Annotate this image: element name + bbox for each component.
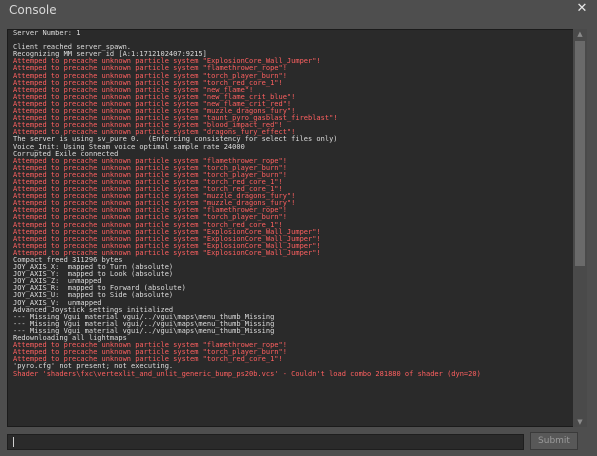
console-log: Server Number: 1 Client reached server_s… [13, 30, 573, 378]
scroll-down-arrow-icon[interactable]: ▼ [573, 417, 587, 427]
text-caret [13, 437, 14, 447]
log-line: Shader 'shaders\fxc\vertexlit_and_unlit_… [13, 369, 481, 378]
log-line: Server Number: 1 [13, 30, 81, 37]
console-window: Console ✕ Server Number: 1 Client reache… [0, 0, 597, 456]
title-bar[interactable]: Console ✕ [0, 0, 597, 24]
console-scrollbar[interactable]: ▲ ▼ [573, 29, 587, 427]
close-icon[interactable]: ✕ [575, 2, 589, 16]
console-output[interactable]: Server Number: 1 Client reached server_s… [7, 29, 587, 427]
scrollbar-thumb[interactable] [575, 41, 585, 266]
submit-button[interactable]: Submit [530, 432, 578, 450]
command-input[interactable] [7, 434, 524, 450]
scroll-up-arrow-icon[interactable]: ▲ [573, 29, 587, 39]
window-title: Console [9, 3, 57, 17]
